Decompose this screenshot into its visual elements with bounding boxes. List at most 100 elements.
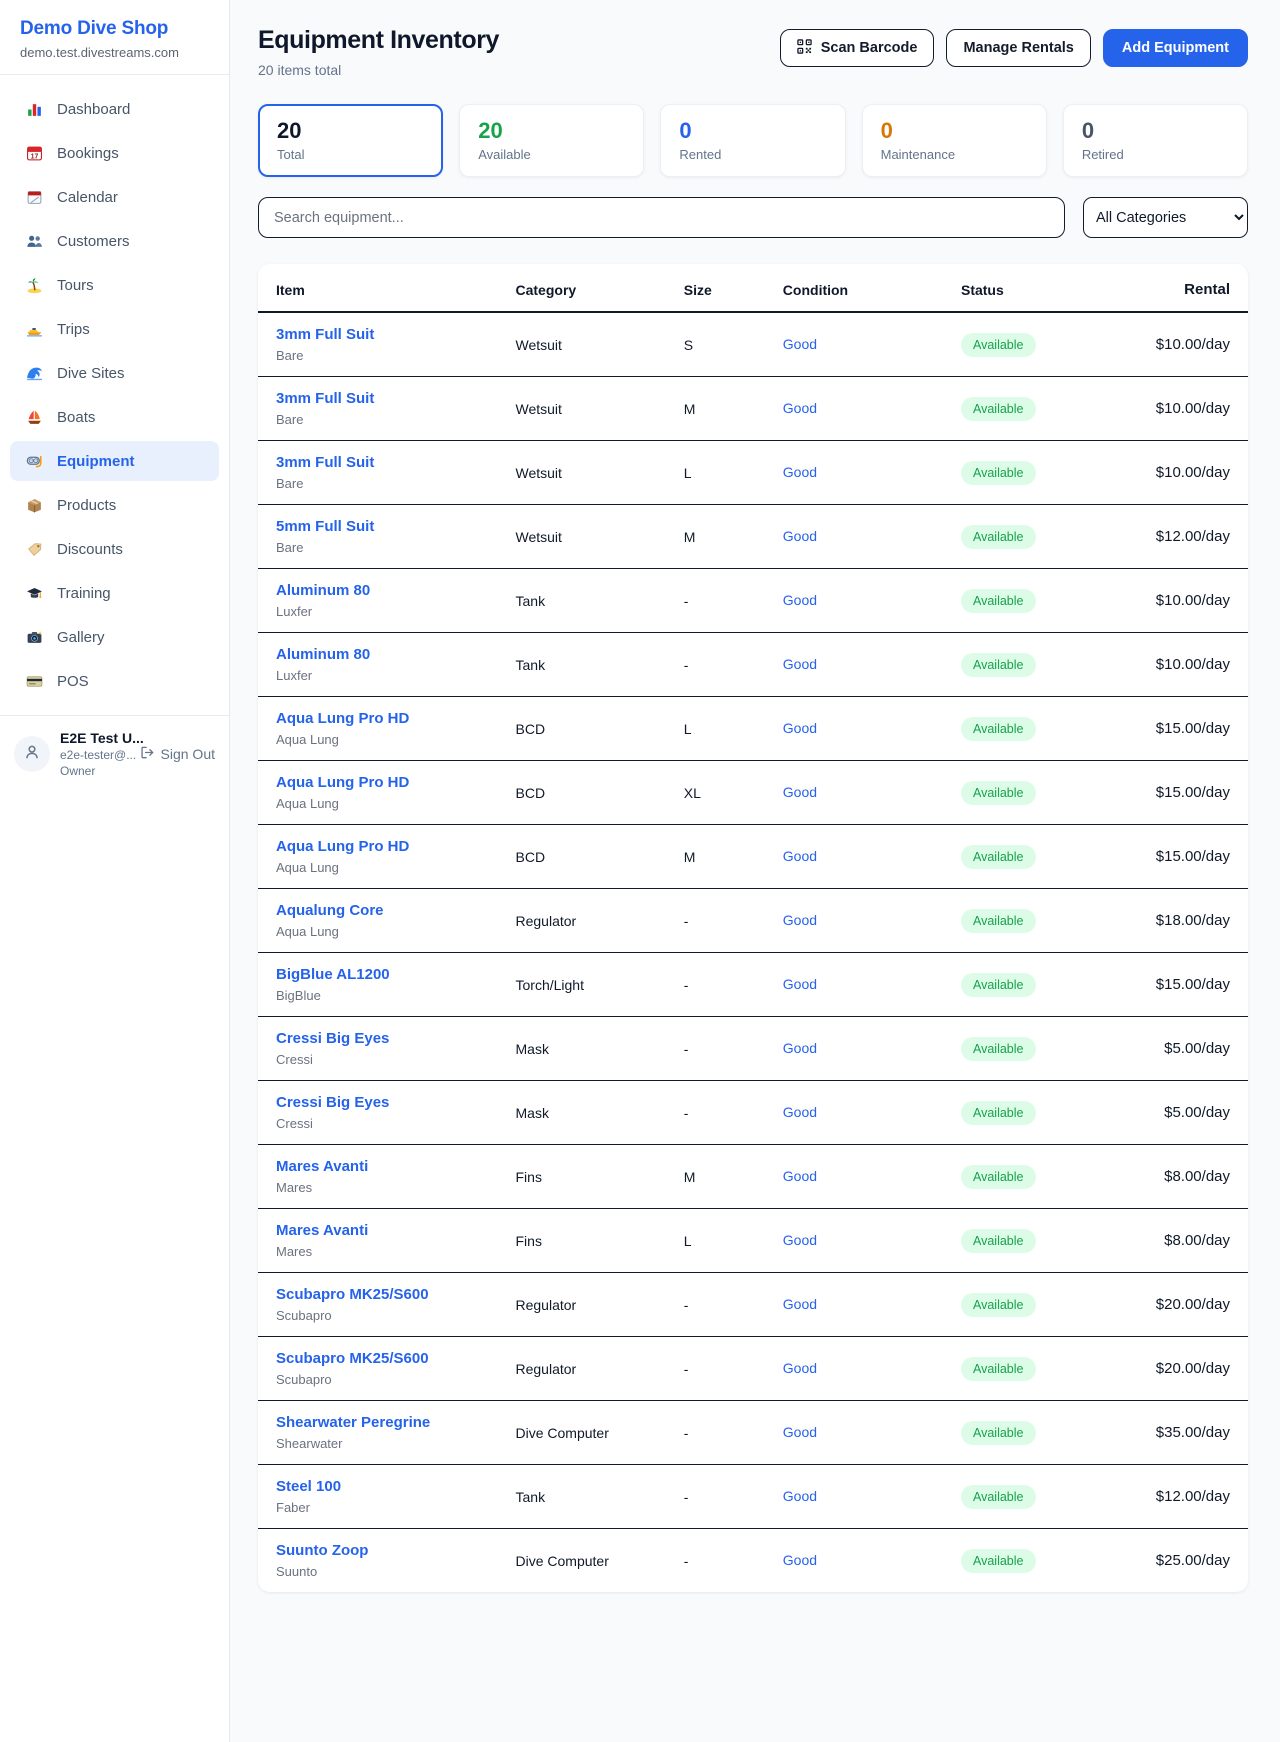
item-name-link[interactable]: Scubapro MK25/S600: [276, 1350, 429, 1367]
item-condition-link[interactable]: Good: [783, 464, 817, 480]
item-rental: $35.00/day: [1139, 1401, 1248, 1465]
item-condition-link[interactable]: Good: [783, 1296, 817, 1312]
dive-mask-icon: [24, 453, 44, 470]
item-name-link[interactable]: 3mm Full Suit: [276, 390, 374, 407]
item-brand: Aqua Lung: [276, 732, 496, 747]
item-name-link[interactable]: 5mm Full Suit: [276, 518, 374, 535]
item-condition-link[interactable]: Good: [783, 784, 817, 800]
item-condition-link[interactable]: Good: [783, 1168, 817, 1184]
stat-card-available[interactable]: 20Available: [459, 104, 644, 177]
item-brand: Cressi: [276, 1116, 496, 1131]
add-equipment-button[interactable]: Add Equipment: [1103, 29, 1248, 67]
search-input[interactable]: [258, 197, 1065, 238]
manage-rentals-button[interactable]: Manage Rentals: [946, 29, 1090, 67]
item-category: Tank: [506, 569, 674, 633]
item-rental: $25.00/day: [1139, 1529, 1248, 1593]
item-name-link[interactable]: BigBlue AL1200: [276, 966, 390, 983]
sidebar-item-products[interactable]: Products: [10, 485, 219, 525]
sidebar-item-discounts[interactable]: Discounts: [10, 529, 219, 569]
stats-row: 20Total20Available0Rented0Maintenance0Re…: [258, 104, 1248, 177]
category-select[interactable]: All Categories: [1083, 197, 1248, 238]
item-condition-link[interactable]: Good: [783, 1360, 817, 1376]
equipment-table: ItemCategorySizeConditionStatusRental 3m…: [258, 264, 1248, 1592]
sidebar-item-boats[interactable]: Boats: [10, 397, 219, 437]
item-rental: $10.00/day: [1139, 377, 1248, 441]
item-name-link[interactable]: Scubapro MK25/S600: [276, 1286, 429, 1303]
status-badge: Available: [961, 1037, 1036, 1061]
item-name-link[interactable]: Mares Avanti: [276, 1222, 368, 1239]
scan-barcode-button[interactable]: Scan Barcode: [780, 29, 935, 67]
stat-card-rented[interactable]: 0Rented: [660, 104, 845, 177]
item-name-link[interactable]: Aqua Lung Pro HD: [276, 710, 409, 727]
table-row: 3mm Full SuitBareWetsuitMGoodAvailable$1…: [258, 377, 1248, 441]
sidebar-item-pos[interactable]: POS: [10, 661, 219, 701]
stat-card-total[interactable]: 20Total: [258, 104, 443, 177]
sidebar-item-gallery[interactable]: Gallery: [10, 617, 219, 657]
item-rental: $10.00/day: [1139, 312, 1248, 377]
item-name-link[interactable]: 3mm Full Suit: [276, 454, 374, 471]
stat-card-retired[interactable]: 0Retired: [1063, 104, 1248, 177]
item-condition-link[interactable]: Good: [783, 592, 817, 608]
item-name-link[interactable]: Aqua Lung Pro HD: [276, 774, 409, 791]
scan-barcode-label: Scan Barcode: [821, 40, 918, 56]
item-name-link[interactable]: Aluminum 80: [276, 646, 370, 663]
item-size: L: [674, 441, 773, 505]
item-condition-link[interactable]: Good: [783, 1424, 817, 1440]
item-name-link[interactable]: Aqualung Core: [276, 902, 384, 919]
column-header-size: Size: [674, 264, 773, 312]
stat-card-maintenance[interactable]: 0Maintenance: [862, 104, 1047, 177]
item-name-link[interactable]: Aqua Lung Pro HD: [276, 838, 409, 855]
sidebar-item-tours[interactable]: Tours: [10, 265, 219, 305]
stat-value: 0: [679, 118, 826, 143]
item-condition-link[interactable]: Good: [783, 656, 817, 672]
item-condition-link[interactable]: Good: [783, 400, 817, 416]
sign-out-button[interactable]: Sign Out: [140, 745, 215, 763]
stat-label: Available: [478, 147, 625, 162]
graduation-cap-icon: [24, 585, 44, 602]
item-condition-link[interactable]: Good: [783, 1488, 817, 1504]
item-name-link[interactable]: Shearwater Peregrine: [276, 1414, 430, 1431]
item-category: Tank: [506, 1465, 674, 1529]
people-icon: [24, 233, 44, 250]
sidebar-item-dashboard[interactable]: Dashboard: [10, 89, 219, 129]
item-name-link[interactable]: 3mm Full Suit: [276, 326, 374, 343]
item-condition-link[interactable]: Good: [783, 912, 817, 928]
brand-title[interactable]: Demo Dive Shop: [20, 18, 209, 40]
item-condition-link[interactable]: Good: [783, 1040, 817, 1056]
status-badge: Available: [961, 973, 1036, 997]
item-size: M: [674, 1145, 773, 1209]
item-name-link[interactable]: Suunto Zoop: [276, 1542, 368, 1559]
person-icon: [23, 743, 41, 766]
item-name-link[interactable]: Aluminum 80: [276, 582, 370, 599]
sidebar-item-dive-sites[interactable]: Dive Sites: [10, 353, 219, 393]
item-rental: $10.00/day: [1139, 569, 1248, 633]
item-condition-link[interactable]: Good: [783, 976, 817, 992]
sidebar-item-bookings[interactable]: 17Bookings: [10, 133, 219, 173]
brand: Demo Dive Shop demo.test.divestreams.com: [0, 0, 229, 74]
sidebar-item-customers[interactable]: Customers: [10, 221, 219, 261]
status-badge: Available: [961, 1357, 1036, 1381]
item-condition-link[interactable]: Good: [783, 848, 817, 864]
user-name: E2E Test U...: [60, 730, 130, 746]
sidebar-item-equipment[interactable]: Equipment: [10, 441, 219, 481]
sign-out-label: Sign Out: [161, 746, 215, 762]
item-condition-link[interactable]: Good: [783, 336, 817, 352]
item-name-link[interactable]: Steel 100: [276, 1478, 341, 1495]
item-name-link[interactable]: Cressi Big Eyes: [276, 1094, 389, 1111]
item-rental: $8.00/day: [1139, 1145, 1248, 1209]
item-condition-link[interactable]: Good: [783, 528, 817, 544]
status-badge: Available: [961, 1549, 1036, 1573]
sidebar-item-trips[interactable]: Trips: [10, 309, 219, 349]
item-rental: $15.00/day: [1139, 953, 1248, 1017]
table-row: Suunto ZoopSuuntoDive Computer-GoodAvail…: [258, 1529, 1248, 1593]
sidebar-item-calendar[interactable]: Calendar: [10, 177, 219, 217]
item-condition-link[interactable]: Good: [783, 720, 817, 736]
item-condition-link[interactable]: Good: [783, 1104, 817, 1120]
item-name-link[interactable]: Cressi Big Eyes: [276, 1030, 389, 1047]
item-rental: $5.00/day: [1139, 1081, 1248, 1145]
sidebar-item-training[interactable]: Training: [10, 573, 219, 613]
items-total-count: 20 items total: [258, 62, 499, 78]
item-condition-link[interactable]: Good: [783, 1232, 817, 1248]
item-condition-link[interactable]: Good: [783, 1552, 817, 1568]
item-name-link[interactable]: Mares Avanti: [276, 1158, 368, 1175]
